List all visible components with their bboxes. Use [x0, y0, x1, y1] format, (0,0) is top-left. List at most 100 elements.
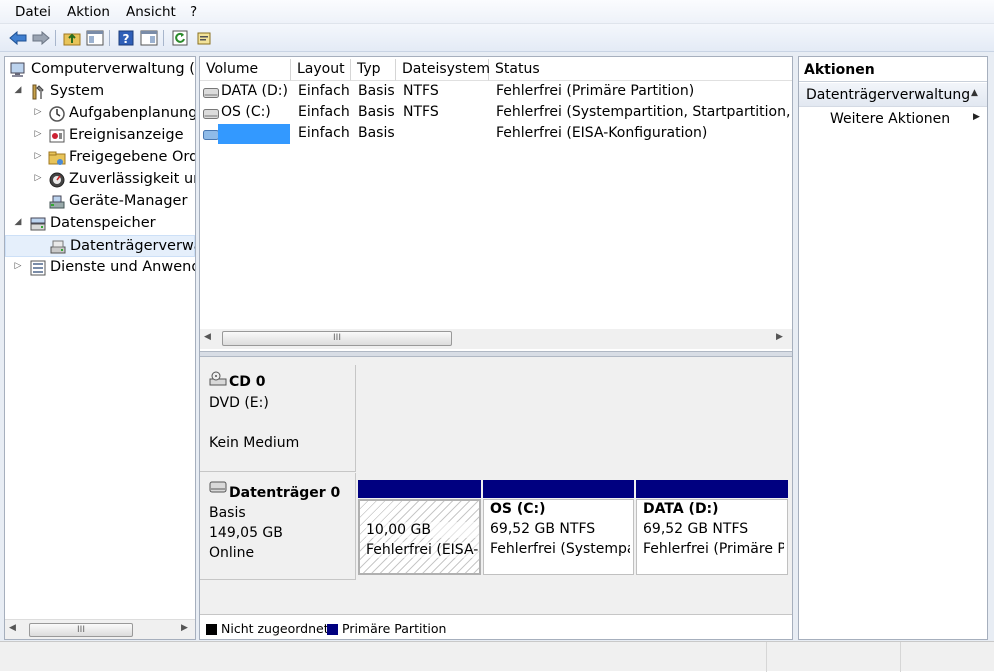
tree-label: Computerverwaltung (Lo: [31, 61, 196, 77]
actions-item-weitere[interactable]: Weitere Aktionen ▶: [799, 108, 987, 130]
help-icon[interactable]: ?: [116, 28, 136, 48]
disk-management-icon: [49, 238, 67, 256]
actions-pane: Aktionen Datenträgerverwaltung ▲ Weitere…: [798, 56, 988, 640]
expanded-arrow-icon[interactable]: ◢: [13, 217, 23, 227]
scroll-thumb[interactable]: III: [222, 331, 452, 346]
disk-type: DVD (E:): [209, 395, 269, 411]
list-horizontal-scrollbar[interactable]: ◀ III ▶: [200, 329, 792, 349]
scroll-right-arrow-icon[interactable]: ▶: [181, 623, 188, 633]
column-header-dateisystem[interactable]: Dateisystem: [396, 59, 490, 81]
tree-item-datenspeicher[interactable]: ◢ Datenspeicher: [5, 213, 195, 235]
collapsed-arrow-icon[interactable]: ▷: [33, 151, 43, 161]
refresh-icon[interactable]: [170, 28, 190, 48]
collapsed-arrow-icon[interactable]: ▷: [33, 107, 43, 117]
tree-item-geraete-manager[interactable]: Geräte-Manager: [5, 191, 195, 213]
partition-status: Fehlerfrei (Systempar: [490, 541, 630, 557]
disk-media-status: Kein Medium: [209, 435, 300, 451]
scroll-left-arrow-icon[interactable]: ◀: [204, 332, 211, 342]
column-header-volume[interactable]: Volume: [200, 59, 291, 81]
cell-status: Fehlerfrei (Primäre Partition): [496, 83, 695, 99]
collapsed-arrow-icon[interactable]: ▷: [13, 261, 23, 271]
scroll-right-arrow-icon[interactable]: ▶: [776, 332, 783, 342]
show-hide-action-icon[interactable]: [139, 28, 159, 48]
tree-label: Dienste und Anwendu: [50, 259, 196, 275]
main-pane: Volume Layout Typ Dateisystem Status DAT…: [199, 56, 793, 640]
actions-header: Aktionen: [799, 57, 987, 82]
partition-bar-os: [483, 480, 634, 498]
tools-icon: [29, 83, 47, 101]
partition-title: DATA (D:): [643, 501, 719, 517]
table-row[interactable]: DATA (D:) Einfach Basis NTFS Fehlerfrei …: [200, 82, 792, 103]
collapsed-arrow-icon[interactable]: ▷: [33, 173, 43, 183]
properties-icon[interactable]: [194, 28, 214, 48]
column-header-status[interactable]: Status: [489, 59, 792, 81]
tree-item-dienste[interactable]: ▷ Dienste und Anwendu: [5, 257, 195, 279]
legend-unallocated: Nicht zugeordnet: [221, 621, 329, 636]
tree-item-freigegebene-ordner[interactable]: ▷ Freigegebene Ordr: [5, 147, 195, 169]
status-bar: [0, 641, 994, 672]
partition-status: Fehlerfrei (Primäre Pa: [643, 541, 784, 557]
actions-section-header[interactable]: Datenträgerverwaltung ▲: [799, 83, 987, 107]
column-header-typ[interactable]: Typ: [351, 59, 396, 81]
primary-partition-swatch: [327, 624, 338, 635]
column-header-layout[interactable]: Layout: [291, 59, 351, 81]
partition-os[interactable]: OS (C:) 69,52 GB NTFS Fehlerfrei (System…: [483, 499, 634, 575]
menu-help[interactable]: ?: [190, 4, 197, 20]
disk-graphical-view: CD 0 DVD (E:) Kein Medium Datenträger 0 …: [200, 357, 792, 614]
tree-item-datentraegerverwaltung[interactable]: Datenträgerverwal: [5, 235, 195, 257]
scroll-thumb[interactable]: III: [29, 623, 133, 637]
toolbar-separator: [109, 30, 110, 46]
shared-folder-icon: [48, 149, 66, 167]
cell-volume: OS (C:): [221, 104, 271, 120]
tree-horizontal-scrollbar[interactable]: ◀ III ▶: [5, 619, 195, 639]
svg-text:?: ?: [123, 32, 130, 46]
tree-item-aufgabenplanung[interactable]: ▷ Aufgabenplanung: [5, 103, 195, 125]
event-viewer-icon: [48, 127, 66, 145]
tree-label: Datenträgerverwal: [70, 238, 196, 254]
partition-status: Fehlerfrei (EISA-I: [366, 542, 479, 558]
cd-drive-icon: [209, 371, 227, 391]
tree-label: System: [50, 83, 105, 99]
expanded-arrow-icon[interactable]: ◢: [13, 85, 23, 95]
computer-management-icon: [9, 61, 27, 79]
hard-disk-icon: [209, 481, 227, 497]
menu-ansicht[interactable]: Ansicht: [126, 4, 176, 20]
menu-aktion[interactable]: Aktion: [67, 4, 110, 20]
up-folder-icon[interactable]: [62, 28, 82, 48]
disk-name: Datenträger 0: [229, 485, 341, 501]
partition-data[interactable]: DATA (D:) 69,52 GB NTFS Fehlerfrei (Prim…: [636, 499, 788, 575]
cell-status: Fehlerfrei (Systempartition, Startpartit…: [496, 104, 790, 120]
forward-icon[interactable]: [31, 28, 51, 48]
disk-label-cd0[interactable]: CD 0 DVD (E:) Kein Medium: [200, 365, 356, 472]
collapse-up-icon[interactable]: ▲: [971, 88, 978, 98]
partition-size: 10,00 GB: [366, 522, 479, 538]
tree-item-ereignisanzeige[interactable]: ▷ Ereignisanzeige: [5, 125, 195, 147]
volume-drive-icon: [203, 128, 219, 144]
performance-gauge-icon: [48, 171, 66, 189]
tree-item-computerverwaltung[interactable]: Computerverwaltung (Lo: [5, 59, 195, 81]
partition-eisa[interactable]: 10,00 GB Fehlerfrei (EISA-I: [358, 499, 481, 575]
show-hide-tree-icon[interactable]: [85, 28, 105, 48]
table-row[interactable]: Einfach Basis Fehlerfrei (EISA-Konfigura…: [200, 124, 792, 145]
toolbar-separator: [163, 30, 164, 46]
collapsed-arrow-icon[interactable]: ▷: [33, 129, 43, 139]
tree-item-zuverlaessigkeit[interactable]: ▷ Zuverlässigkeit unc: [5, 169, 195, 191]
tree-label: Zuverlässigkeit unc: [69, 171, 195, 187]
menu-datei[interactable]: Datei: [15, 4, 51, 20]
storage-icon: [29, 215, 47, 233]
disk-label-disk0[interactable]: Datenträger 0 Basis 149,05 GB Online: [200, 473, 356, 580]
device-manager-icon: [48, 193, 66, 211]
selected-volume-cell[interactable]: [218, 124, 290, 144]
back-icon[interactable]: [8, 28, 28, 48]
scroll-left-arrow-icon[interactable]: ◀: [9, 623, 16, 633]
table-row[interactable]: OS (C:) Einfach Basis NTFS Fehlerfrei (S…: [200, 103, 792, 124]
tree-label: Ereignisanzeige: [69, 127, 184, 143]
cell-status: Fehlerfrei (EISA-Konfiguration): [496, 125, 708, 141]
unallocated-swatch: [206, 624, 217, 635]
status-separator: [766, 642, 767, 672]
legend-bar: Nicht zugeordnet Primäre Partition: [200, 614, 792, 639]
actions-title: Aktionen: [804, 62, 875, 78]
tree-label: Geräte-Manager: [69, 193, 188, 209]
partition-title: OS (C:): [490, 501, 546, 517]
tree-item-system[interactable]: ◢ System: [5, 81, 195, 103]
